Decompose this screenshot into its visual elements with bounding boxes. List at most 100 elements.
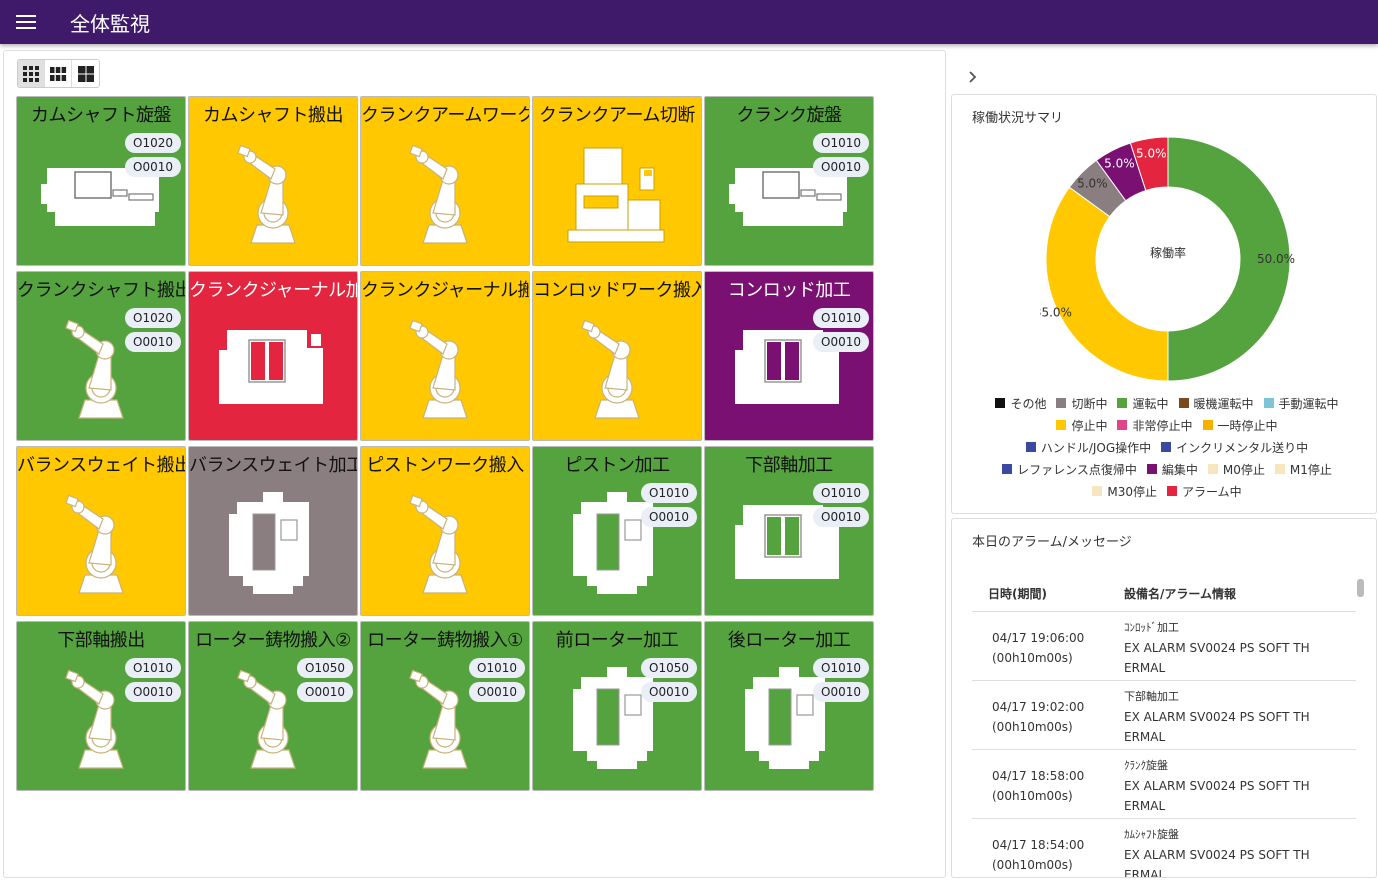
right-column: 稼働状況サマリ 稼働率 50.0%35.0%5.0%5.0%5.0% その他切断… (950, 50, 1378, 882)
legend-item[interactable]: インクリメンタル送り中 (1161, 439, 1308, 456)
equipment-tile[interactable]: ピストン加工 O1010 O0010 (532, 446, 702, 616)
legend-swatch (1274, 464, 1285, 474)
equipment-tile[interactable]: ピストンワーク搬入 (360, 446, 530, 616)
program-number-badge: O0010 (297, 682, 353, 702)
donut-slice-label: 5.0% (1136, 146, 1167, 160)
legend-swatch (1056, 398, 1067, 408)
equipment-tile[interactable]: クランクアームワーク搬入 (360, 96, 530, 266)
grid-large-view-button[interactable] (72, 60, 99, 87)
donut-center-label: 稼働率 (1150, 245, 1186, 260)
equipment-tile[interactable]: コンロッドワーク搬入 (532, 271, 702, 441)
equipment-tile[interactable]: カムシャフト旋盤 O1020 O0010 (16, 96, 186, 266)
equipment-tile[interactable]: 前ローター加工 O1050 O0010 (532, 621, 702, 791)
equipment-name: コンロッド加工 (727, 280, 851, 301)
menu-icon[interactable] (0, 0, 52, 44)
status-summary-card: 稼働状況サマリ 稼働率 50.0%35.0%5.0%5.0%5.0% その他切断… (951, 94, 1377, 514)
legend-item[interactable]: 非常停止中 (1117, 417, 1193, 434)
donut-slice-1[interactable] (1045, 186, 1169, 382)
equipment-name: クランク旋盤 (736, 105, 843, 126)
legend-item[interactable]: 編集中 (1146, 461, 1198, 478)
legend-item[interactable]: M1停止 (1274, 461, 1332, 478)
equipment-tile[interactable]: クランクアーム切断 (532, 96, 702, 266)
equipment-tile[interactable]: 後ローター加工 O1010 O0010 (704, 621, 874, 791)
legend-item[interactable]: 暖機運転中 (1178, 395, 1254, 412)
legend-swatch (1207, 464, 1218, 474)
program-number-badge: O1010 (813, 308, 869, 328)
program-badges: O1010 O0010 (813, 483, 869, 527)
alarm-time-cell: 04/17 19:06:00 (00h10m00s) (972, 618, 1124, 680)
donut-slice-label: 50.0% (1257, 252, 1295, 266)
alarm-message-line2: ERMAL (1124, 868, 1166, 878)
equipment-tile[interactable]: ローター鋳物搬入① O1010 O0010 (360, 621, 530, 791)
alarm-duration: (00h10m00s) (992, 789, 1073, 803)
legend-label: 手動運転中 (1278, 396, 1339, 411)
legend-item[interactable]: M30停止 (1092, 483, 1157, 500)
machining-center-icon (189, 310, 357, 430)
equipment-name: クランクアーム切断 (539, 105, 695, 126)
alarm-info-cell: 下部軸加工 EX ALARM SV0024 PS SOFT TH ERMAL (1124, 687, 1344, 749)
legend-item[interactable]: レファレンス点復帰中 (1002, 461, 1137, 478)
chevron-right-icon[interactable] (964, 68, 982, 86)
legend-item[interactable]: 運転中 (1117, 395, 1169, 412)
legend-item[interactable]: 切断中 (1056, 395, 1107, 412)
alarm-equipment: ｺﾝﾛｯﾄﾞ加工 (1124, 621, 1179, 634)
alarm-message-line2: ERMAL (1124, 799, 1166, 813)
robot-arm-icon (361, 310, 529, 430)
alarm-time-cell: 04/17 18:58:00 (00h10m00s) (972, 756, 1124, 818)
alarm-row[interactable]: 04/17 19:02:00 (00h10m00s) 下部軸加工 EX ALAR… (972, 681, 1356, 750)
equipment-tile[interactable]: 下部軸搬出 O1010 O0010 (16, 621, 186, 791)
legend-item[interactable]: その他 (995, 395, 1046, 412)
robot-arm-icon (17, 485, 185, 605)
equipment-name: 前ローター加工 (555, 630, 679, 651)
equipment-name: ピストン加工 (564, 455, 671, 476)
program-badges: O1010 O0010 (125, 658, 181, 702)
legend-item[interactable]: M0停止 (1207, 461, 1265, 478)
program-number-badge: O0010 (469, 682, 525, 702)
equipment-tile[interactable]: 下部軸加工 O1010 O0010 (704, 446, 874, 616)
equipment-tile[interactable]: ローター鋳物搬入② O1050 O0010 (188, 621, 358, 791)
grid-medium-view-button[interactable] (45, 60, 72, 87)
legend-item[interactable]: アラーム中 (1166, 483, 1242, 500)
legend-label: ハンドル/JOG操作中 (1040, 440, 1152, 455)
program-number-badge: O1010 (813, 483, 869, 503)
equipment-tile[interactable]: バランスウェイト搬出 (16, 446, 186, 616)
legend-swatch (1202, 420, 1213, 430)
column-header-info: 設備名/アラーム情報 (1124, 586, 1237, 601)
legend-row: その他 切断中 運転中 暖機運転中 手動運転中 (962, 392, 1372, 414)
alarm-row[interactable]: 04/17 18:54:00 (00h10m00s) ｶﾑｼｬﾌﾄ旋盤 EX A… (972, 819, 1356, 878)
legend-label: アラーム中 (1181, 484, 1242, 499)
equipment-tile[interactable]: バランスウェイト加工 (188, 446, 358, 616)
alarm-row[interactable]: 04/17 19:06:00 (00h10m00s) ｺﾝﾛｯﾄﾞ加工 EX A… (972, 612, 1356, 681)
legend-item[interactable]: ハンドル/JOG操作中 (1025, 439, 1152, 456)
program-number-badge: O0010 (641, 682, 697, 702)
alarm-scrollbar[interactable] (1357, 579, 1364, 597)
equipment-tile[interactable]: クランクジャーナル加工 (188, 271, 358, 441)
legend-item[interactable]: 手動運転中 (1263, 395, 1339, 412)
donut-slice-label: 35.0% (1040, 306, 1072, 320)
program-number-badge: O0010 (813, 157, 869, 177)
alarm-equipment: ｸﾗﾝｸ旋盤 (1124, 759, 1168, 772)
grid-large-icon (77, 65, 94, 82)
program-number-badge: O1050 (297, 658, 353, 678)
program-number-badge: O0010 (125, 332, 181, 352)
legend-item[interactable]: 停止中 (1056, 417, 1107, 434)
alarm-equipment: 下部軸加工 (1124, 690, 1179, 703)
grid-small-view-button[interactable] (18, 60, 45, 87)
alarm-table: 日時(期間) 設備名/アラーム情報 04/17 19:06:00 (00h10m… (972, 575, 1356, 878)
program-number-badge: O0010 (641, 507, 697, 527)
equipment-tile[interactable]: クランク旋盤 O1010 O0010 (704, 96, 874, 266)
equipment-tile[interactable]: コンロッド加工 O1010 O0010 (704, 271, 874, 441)
program-badges: O1010 O0010 (813, 658, 869, 702)
equipment-grid: カムシャフト旋盤 O1020 O0010 カムシャフト搬出 クランクアームワーク搬入 (16, 96, 874, 791)
robot-arm-icon (533, 310, 701, 430)
equipment-name: バランスウェイト加工 (189, 455, 358, 476)
alarm-title: 本日のアラーム/メッセージ (972, 535, 1132, 550)
legend-item[interactable]: 一時停止中 (1202, 417, 1278, 434)
equipment-name: ローター鋳物搬入① (367, 630, 523, 651)
equipment-tile[interactable]: カムシャフト搬出 (188, 96, 358, 266)
alarm-time: 04/17 18:54:00 (992, 838, 1085, 852)
equipment-tile[interactable]: クランクジャーナル搬出 (360, 271, 530, 441)
alarm-message-line1: EX ALARM SV0024 PS SOFT TH (1124, 641, 1310, 655)
equipment-tile[interactable]: クランクシャフト搬出 O1020 O0010 (16, 271, 186, 441)
alarm-row[interactable]: 04/17 18:58:00 (00h10m00s) ｸﾗﾝｸ旋盤 EX ALA… (972, 750, 1356, 819)
